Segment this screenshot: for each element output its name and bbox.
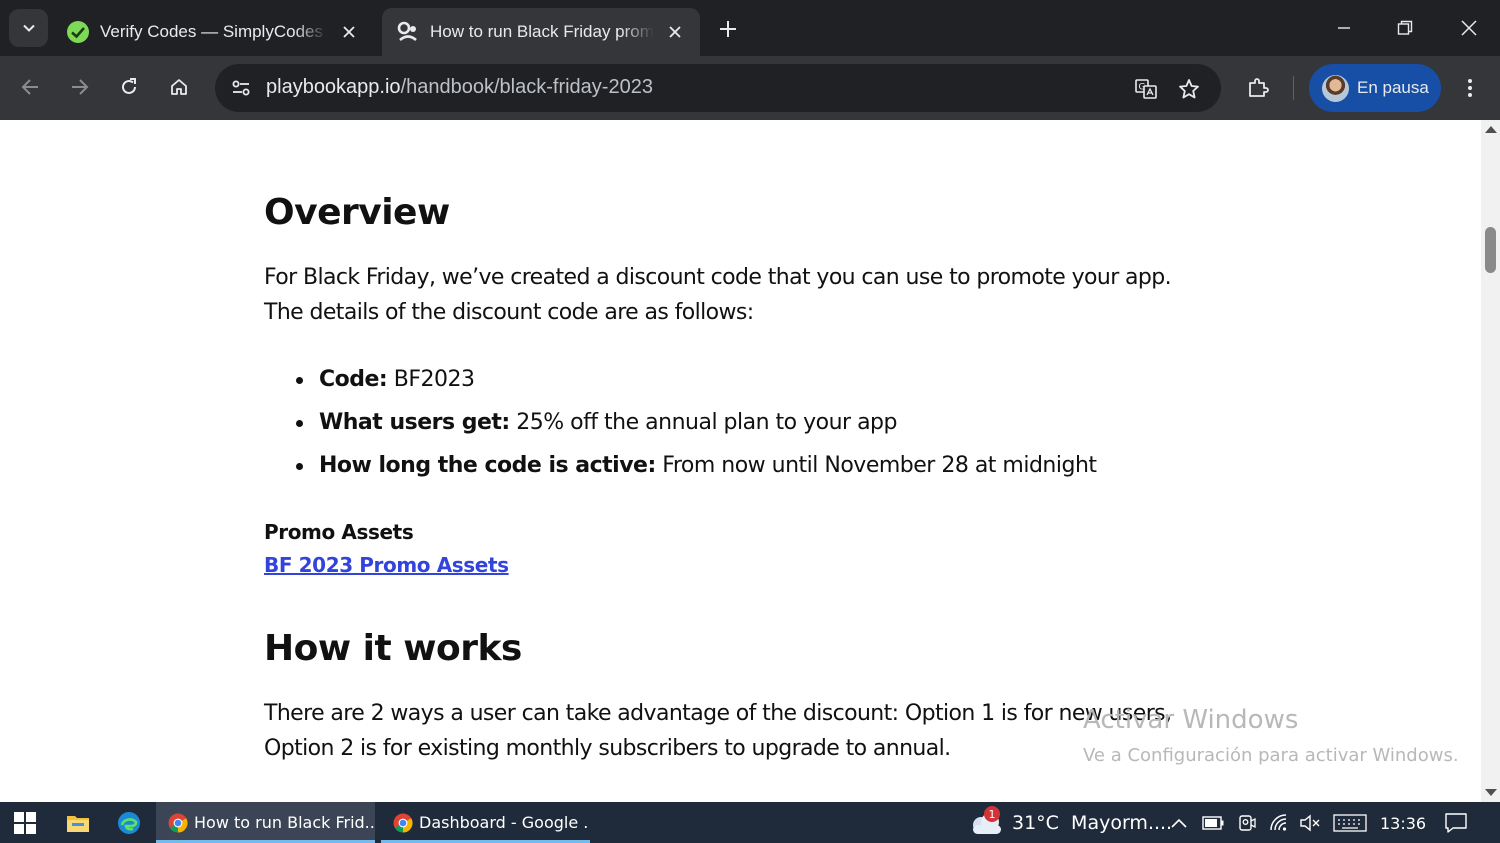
extensions-button[interactable] (1240, 70, 1276, 106)
detail-value: From now until November 28 at midnight (655, 453, 1097, 478)
plus-icon (720, 21, 736, 37)
close-tab-icon[interactable] (664, 21, 686, 43)
close-tab-icon[interactable] (338, 21, 360, 43)
volume-muted-icon[interactable] (1297, 810, 1323, 836)
taskbar-clock[interactable]: 13:36 (1380, 814, 1426, 833)
overview-paragraph: For Black Friday, we’ve created a discou… (264, 265, 1172, 325)
taskbar-app-label: Dashboard - Google ... (419, 813, 590, 832)
start-button[interactable] (5, 806, 45, 840)
url-host: playbookapp.io (266, 76, 401, 98)
close-icon (1461, 20, 1477, 36)
chrome-icon (393, 813, 413, 832)
notification-icon (1445, 813, 1467, 833)
playbook-logo-icon (396, 20, 420, 44)
chevron-up-icon (1171, 818, 1187, 828)
minimize-button[interactable] (1319, 8, 1369, 48)
notifications-button[interactable] (1443, 810, 1469, 836)
browser-toolbar: playbookapp.io/handbook/black-friday-202… (0, 56, 1500, 120)
puzzle-icon (1249, 78, 1269, 97)
notification-badge: 1 (984, 806, 1000, 822)
detail-value: BF2023 (387, 367, 475, 392)
weather-temperature: 31°C (1012, 811, 1059, 834)
detail-label: How long the code is active: (319, 453, 656, 478)
reload-icon (122, 78, 136, 94)
edge-icon (118, 812, 140, 834)
list-item: Code: BF2023 (264, 360, 1097, 403)
kebab-menu-icon (1468, 79, 1472, 97)
new-tab-button[interactable] (714, 15, 742, 43)
tab-verify-codes[interactable]: Verify Codes — SimplyCodes (52, 8, 374, 56)
promo-assets-label: Promo Assets (264, 520, 414, 544)
back-button[interactable] (12, 68, 50, 106)
arrow-left-icon (21, 79, 38, 95)
tab-strip: Verify Codes — SimplyCodes How to run Bl… (0, 0, 1500, 56)
bookmark-star-button[interactable] (1174, 74, 1204, 104)
tab-title: Verify Codes — SimplyCodes (100, 22, 323, 41)
forward-button[interactable] (60, 68, 98, 106)
page-viewport: Overview For Black Friday, we’ve created… (0, 120, 1481, 802)
tab-title: How to run Black Friday promos (430, 22, 654, 41)
chevron-down-icon (22, 24, 35, 32)
home-icon (171, 79, 187, 95)
browser-menu-button[interactable] (1455, 70, 1485, 106)
how-it-works-heading: How it works (264, 628, 522, 669)
watermark-title: Activar Windows (1083, 705, 1299, 735)
restore-icon (1397, 20, 1413, 35)
minimize-icon (1338, 27, 1350, 29)
tab-search-button[interactable] (9, 9, 48, 47)
weather-widget[interactable]: 1 31°C Mayorm.... (968, 802, 1172, 843)
url-text[interactable]: playbookapp.io/handbook/black-friday-202… (266, 76, 653, 99)
page-scrollbar[interactable] (1481, 120, 1500, 802)
keyboard-icon[interactable] (1332, 810, 1368, 836)
restore-button[interactable] (1380, 8, 1430, 48)
how-it-works-paragraph: There are 2 ways a user can take advanta… (264, 701, 1172, 761)
avatar (1322, 74, 1349, 102)
chrome-icon (168, 813, 188, 832)
reload-button[interactable] (110, 68, 148, 106)
windows-taskbar: How to run Black Frid... Dashboard - Goo… (0, 802, 1500, 843)
taskbar-app-label: How to run Black Frid... (194, 813, 375, 832)
edge-browser-button[interactable] (109, 806, 149, 840)
windows-activation-watermark: Activar Windows Ve a Configuración para … (1083, 705, 1459, 766)
detail-label: Code: (319, 367, 388, 392)
wifi-icon[interactable] (1267, 810, 1293, 836)
address-bar[interactable]: playbookapp.io/handbook/black-friday-202… (215, 64, 1221, 112)
battery-icon[interactable] (1200, 810, 1226, 836)
scroll-up-arrow-icon[interactable] (1485, 126, 1497, 133)
promo-assets-link[interactable]: BF 2023 Promo Assets (264, 553, 509, 577)
weather-description: Mayorm.... (1071, 811, 1173, 834)
translate-button[interactable]: G (1131, 74, 1161, 104)
scrollbar-thumb[interactable] (1485, 227, 1496, 273)
star-icon (1179, 79, 1199, 99)
camera-icon[interactable] (1234, 810, 1260, 836)
scroll-down-arrow-icon[interactable] (1485, 789, 1497, 796)
url-path: /handbook/black-friday-2023 (400, 76, 653, 98)
detail-value: 25% off the annual plan to your app (509, 410, 897, 435)
list-item: What users get: 25% off the annual plan … (264, 403, 1097, 446)
tab-black-friday[interactable]: How to run Black Friday promos (382, 8, 700, 56)
home-button[interactable] (160, 68, 198, 106)
simplycodes-check-icon (66, 20, 90, 44)
watermark-subtitle: Ve a Configuración para activar Windows. (1083, 745, 1459, 766)
profile-button[interactable]: En pausa (1309, 64, 1441, 112)
detail-label: What users get: (319, 410, 510, 435)
translate-icon: G (1135, 79, 1157, 99)
discount-details-list: Code: BF2023 What users get: 25% off the… (264, 360, 1097, 489)
toolbar-divider (1293, 76, 1294, 100)
list-item: How long the code is active: From now un… (264, 446, 1097, 489)
arrow-right-icon (72, 79, 89, 95)
file-explorer-button[interactable] (58, 806, 98, 840)
taskbar-app-chrome-2[interactable]: Dashboard - Google ... (381, 802, 590, 843)
profile-status-label: En pausa (1357, 78, 1429, 97)
close-window-button[interactable] (1444, 8, 1494, 48)
windows-logo-icon (14, 812, 36, 834)
taskbar-app-chrome-1[interactable]: How to run Black Frid... (156, 802, 375, 843)
show-hidden-icons-button[interactable] (1166, 810, 1192, 836)
folder-icon (67, 816, 89, 832)
site-info-icon[interactable] (223, 70, 259, 106)
overview-heading: Overview (264, 192, 450, 233)
